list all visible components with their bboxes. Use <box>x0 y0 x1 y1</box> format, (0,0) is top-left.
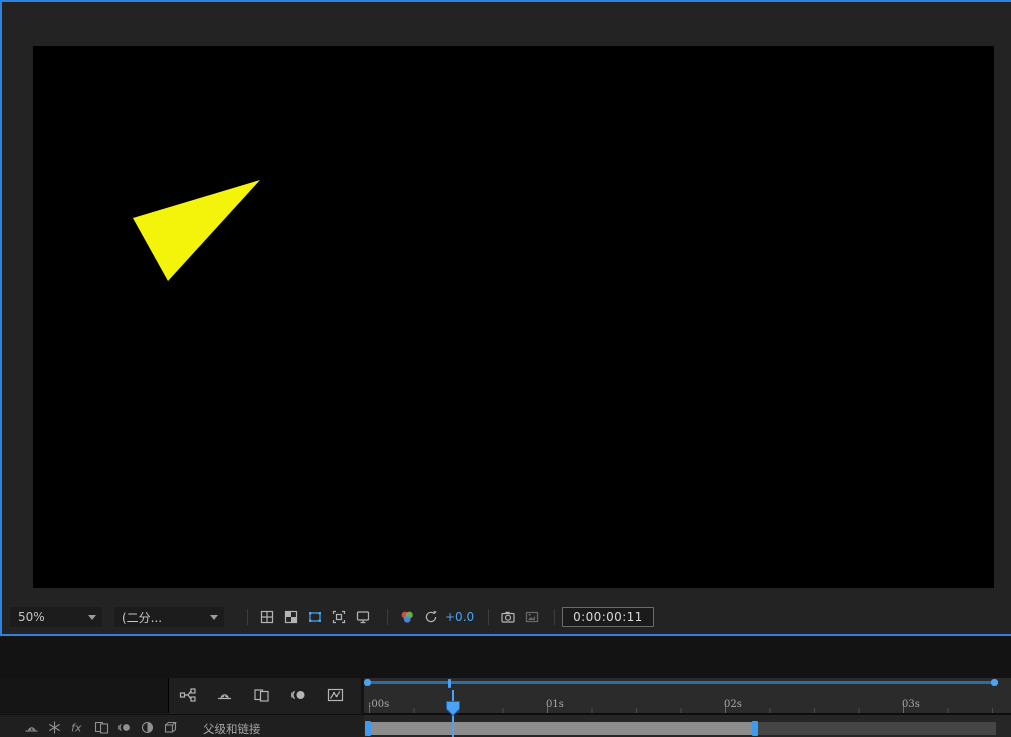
work-area-bar[interactable] <box>367 722 756 735</box>
frame-blend-column-icon[interactable] <box>94 720 109 735</box>
collapse-transformations-icon[interactable] <box>47 720 62 735</box>
graph-editor-toggle[interactable] <box>324 685 346 705</box>
composition-viewer-panel: 50% (二分... +0.0 0:00:00:11 <box>0 0 1011 636</box>
mask-visibility-icon <box>309 612 321 622</box>
time-ruler[interactable]: :00s 01s 02s 03s <box>364 678 1011 714</box>
magnification-dropdown[interactable]: 50% <box>10 607 102 627</box>
motion-blur-icon <box>290 690 304 700</box>
composition-frame[interactable] <box>33 46 994 588</box>
ruler-label-0s: :00s <box>368 699 390 710</box>
navigator-end-handle[interactable] <box>991 679 998 686</box>
grid-guides-button[interactable] <box>255 606 279 628</box>
show-snapshot-button[interactable] <box>520 606 544 628</box>
navigator-playhead-tick <box>448 679 451 688</box>
shy-icon <box>217 694 231 700</box>
work-area-row <box>364 714 1011 737</box>
motion-blur-toggle[interactable] <box>287 685 309 705</box>
camera-icon <box>501 611 515 623</box>
toolbar-divider <box>387 609 388 625</box>
frame-blend-icon <box>253 689 269 702</box>
reset-exposure-button[interactable] <box>419 606 443 628</box>
transparency-grid-icon <box>284 610 298 624</box>
layer-switches-header: fx <box>24 720 178 735</box>
rgb-channels-icon <box>401 611 413 623</box>
playhead-icon <box>446 701 460 717</box>
mask-visibility-toggle[interactable] <box>303 606 327 628</box>
ruler-label-1s: 01s <box>546 699 564 710</box>
motion-blur-column-icon[interactable] <box>117 720 132 735</box>
exposure-value[interactable]: +0.0 <box>445 610 474 624</box>
fx-label: fx <box>71 722 82 735</box>
timeline-panel: :00s 01s 02s 03s fx 父级和链接 <box>0 678 1011 737</box>
preview-monitor-icon <box>356 611 370 624</box>
show-snapshot-icon <box>526 611 539 623</box>
magnification-value: 50% <box>18 610 45 624</box>
composition-canvas <box>133 180 260 281</box>
take-snapshot-button[interactable] <box>496 606 520 628</box>
3d-layer-icon[interactable] <box>163 720 178 735</box>
reset-exposure-icon <box>425 610 437 623</box>
work-area-start-handle[interactable] <box>365 721 371 736</box>
region-of-interest-icon <box>332 610 346 624</box>
grid-guides-icon <box>260 610 274 624</box>
resolution-dropdown[interactable]: (二分... <box>114 607 224 627</box>
graph-editor-icon <box>327 688 343 702</box>
region-of-interest-button[interactable] <box>327 606 351 628</box>
frame-blend-toggle[interactable] <box>250 685 272 705</box>
preview-timecode-field[interactable]: 0:00:00:11 <box>562 607 654 627</box>
work-area-end-handle[interactable] <box>752 721 758 736</box>
toolbar-divider <box>488 609 490 625</box>
timeline-toggle-bar <box>176 685 346 705</box>
show-channels-button[interactable] <box>395 606 419 628</box>
shy-layers-toggle[interactable] <box>213 685 235 705</box>
viewer-toolbar: 50% (二分... +0.0 0:00:00:11 <box>10 605 1011 629</box>
fx-icon[interactable]: fx <box>70 720 86 735</box>
navigator-start-handle[interactable] <box>364 679 371 686</box>
chevron-down-icon <box>210 614 218 620</box>
toolbar-divider <box>247 609 248 625</box>
resolution-value: (二分... <box>122 610 163 625</box>
mini-flowchart-icon <box>179 688 196 702</box>
shy-column-icon[interactable] <box>24 720 39 735</box>
transparency-grid-button[interactable] <box>279 606 303 628</box>
parent-link-column-header[interactable]: 父级和链接 <box>203 721 261 737</box>
timeline-navigator[interactable] <box>366 681 998 684</box>
timeline-columns-row: fx 父级和链接 <box>0 714 364 737</box>
toolbar-divider <box>554 609 556 625</box>
playhead-handle[interactable] <box>446 701 460 721</box>
yellow-triangle-shape[interactable] <box>133 180 260 281</box>
ruler-label-3s: 03s <box>902 699 920 710</box>
chevron-down-icon <box>88 614 96 620</box>
adjustment-layer-icon[interactable] <box>140 720 155 735</box>
after-effects-window: 50% (二分... +0.0 0:00:00:11:00s 01s 02s … <box>0 0 1011 737</box>
mini-flowchart-button[interactable] <box>176 685 198 705</box>
preview-monitor-button[interactable] <box>351 606 375 628</box>
timeline-header-left[interactable] <box>0 678 169 713</box>
ruler-label-2s: 02s <box>724 699 742 710</box>
